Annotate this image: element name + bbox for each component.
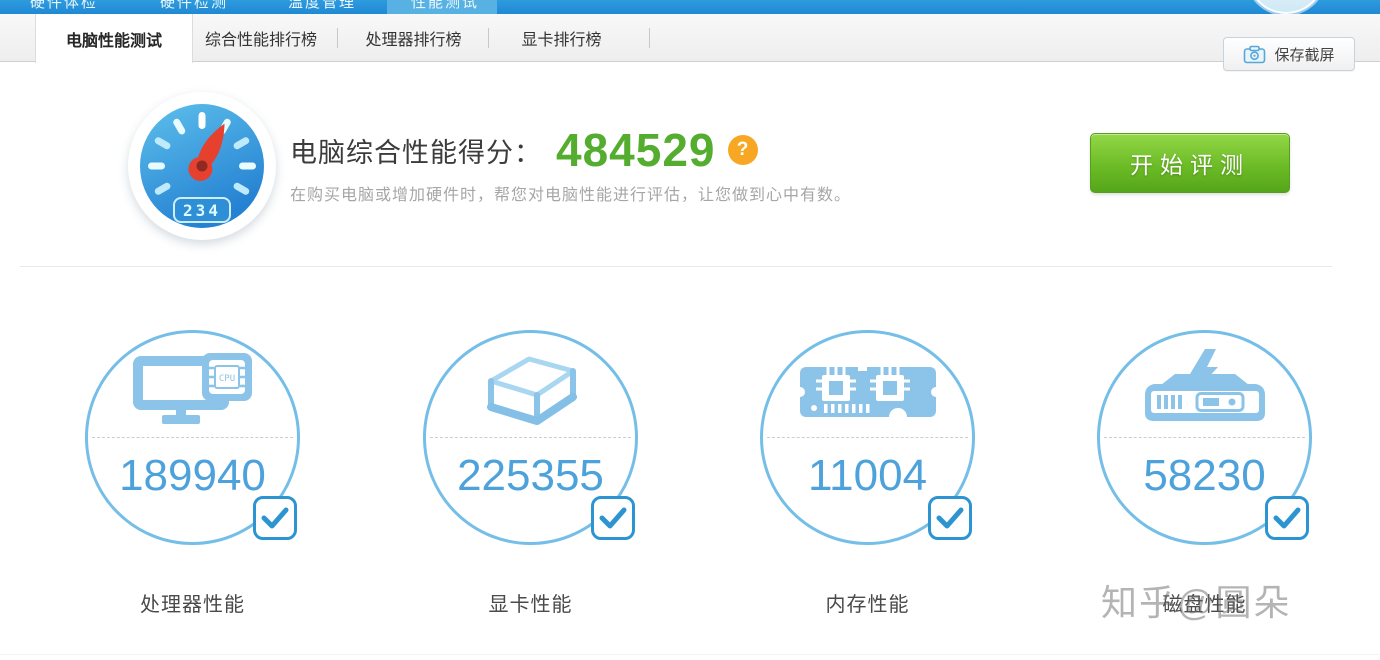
- top-nav-temperature[interactable]: 温度管理: [288, 0, 356, 13]
- memory-score-value: 11004: [763, 451, 972, 501]
- ssd-disk-icon: [1135, 347, 1275, 435]
- disk-score-value: 58230: [1100, 451, 1309, 501]
- sub-tab-bar: 电脑性能测试 综合性能排行榜 处理器排行榜 显卡排行榜 保存截屏: [0, 14, 1380, 62]
- gpu-score-value: 225355: [426, 451, 635, 501]
- tab-divider: [649, 28, 650, 48]
- save-screenshot-label: 保存截屏: [1274, 44, 1334, 65]
- cpu-performance-label: 处理器性能: [85, 588, 300, 617]
- avatar[interactable]: [1247, 0, 1325, 14]
- tab-divider: [488, 28, 489, 48]
- dashed-divider: [1104, 437, 1305, 438]
- gauge-readout: 234: [183, 201, 221, 220]
- tab-divider: [337, 28, 338, 48]
- svg-text:CPU: CPU: [219, 374, 235, 384]
- check-icon: [599, 507, 627, 529]
- score-card-cpu: CPU 189940 处理器性能: [85, 330, 300, 545]
- cpu-monitor-icon: CPU: [130, 351, 255, 431]
- gauge-icon: 234: [128, 92, 276, 240]
- start-benchmark-button[interactable]: 开始评测: [1090, 133, 1290, 193]
- top-nav-hardware-detect[interactable]: 硬件检测: [160, 0, 228, 13]
- memory-performance-label: 内存性能: [760, 588, 975, 617]
- tab-overall-ranking[interactable]: 综合性能排行榜: [199, 14, 323, 62]
- performance-test-window: 硬件体检 硬件检测 温度管理 性能测试 电脑性能测试 综合性能排行榜 处理器排行…: [0, 0, 1380, 660]
- camera-icon: [1243, 45, 1266, 64]
- bottom-divider: [0, 654, 1380, 655]
- disk-checkbox[interactable]: [1265, 496, 1309, 540]
- help-icon[interactable]: ?: [728, 135, 758, 165]
- score-card-memory: 11004 内存性能: [760, 330, 975, 545]
- check-icon: [1273, 507, 1301, 529]
- section-divider: [20, 266, 1332, 267]
- overall-score-value: 484529: [556, 123, 716, 177]
- top-nav-hardware-checkup[interactable]: 硬件体检: [30, 0, 98, 13]
- top-nav-performance-test[interactable]: 性能测试: [411, 0, 479, 13]
- cpu-checkbox[interactable]: [253, 496, 297, 540]
- dashed-divider: [92, 437, 293, 438]
- cpu-score-value: 189940: [88, 451, 297, 501]
- save-screenshot-button[interactable]: 保存截屏: [1223, 37, 1355, 71]
- score-card-gpu: 225355 显卡性能: [423, 330, 638, 545]
- score-card-disk: 58230 磁盘性能: [1097, 330, 1312, 545]
- dashed-divider: [767, 437, 968, 438]
- gpu-performance-label: 显卡性能: [423, 588, 638, 617]
- gpu-checkbox[interactable]: [591, 496, 635, 540]
- overall-score-title: 电脑综合性能得分：: [290, 131, 542, 170]
- ram-icon: [798, 351, 938, 431]
- gpu-box-icon: [475, 349, 587, 433]
- tab-gpu-ranking[interactable]: 显卡排行榜: [510, 14, 613, 62]
- dashed-divider: [430, 437, 631, 438]
- app-top-nav: 硬件体检 硬件检测 温度管理 性能测试: [0, 0, 1380, 14]
- check-icon: [261, 507, 289, 529]
- score-description: 在购买电脑或增加硬件时，帮您对电脑性能进行评估，让您做到心中有数。: [290, 181, 851, 205]
- tab-pc-performance-test[interactable]: 电脑性能测试: [35, 14, 193, 63]
- memory-checkbox[interactable]: [928, 496, 972, 540]
- check-icon: [936, 507, 964, 529]
- tab-cpu-ranking[interactable]: 处理器排行榜: [357, 14, 470, 62]
- watermark: 知乎@圆朵: [1101, 574, 1292, 626]
